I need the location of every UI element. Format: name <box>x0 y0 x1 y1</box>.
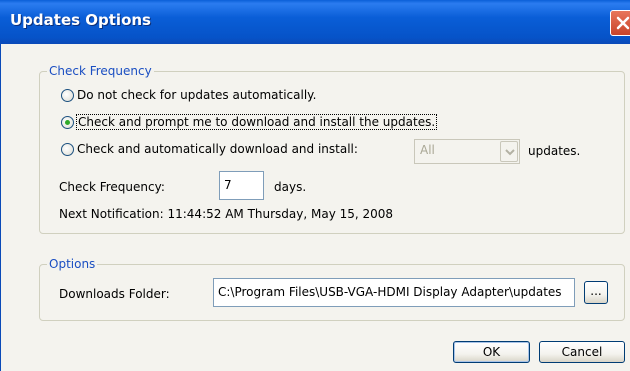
browse-button-label: ... <box>590 284 602 298</box>
dropdown-button[interactable] <box>500 141 518 162</box>
radio-auto-install[interactable]: Check and automatically download and ins… <box>61 142 358 156</box>
radio-do-not-check[interactable]: Do not check for updates automatically. <box>61 88 316 102</box>
update-type-select[interactable]: All <box>414 139 520 164</box>
frequency-label: Check Frequency: <box>59 180 165 194</box>
cancel-button-label: Cancel <box>561 345 603 359</box>
close-icon <box>616 16 630 30</box>
radio-label: Check and prompt me to download and inst… <box>75 114 438 130</box>
radio-check-and-prompt[interactable]: Check and prompt me to download and inst… <box>61 114 438 130</box>
updates-options-dialog: Updates Options Check Frequency Do not c… <box>0 0 630 371</box>
ok-button-label: OK <box>482 345 501 359</box>
check-frequency-legend: Check Frequency <box>47 64 154 78</box>
title-bar[interactable]: Updates Options <box>0 0 630 44</box>
browse-folder-button[interactable]: ... <box>584 281 608 304</box>
frequency-unit: days. <box>274 180 307 194</box>
radio-label: Check and automatically download and ins… <box>77 142 358 156</box>
chevron-down-icon <box>505 149 515 156</box>
dialog-body: Check Frequency Do not check for updates… <box>0 44 630 371</box>
frequency-input[interactable]: 7 <box>219 171 264 200</box>
downloads-folder-input[interactable]: C:\Program Files\USB-VGA-HDMI Display Ad… <box>213 278 575 307</box>
options-legend: Options <box>47 257 98 271</box>
update-type-value: All <box>420 143 435 157</box>
next-notification-text: Next Notification: 11:44:52 AM Thursday,… <box>59 207 394 221</box>
radio-button[interactable] <box>61 142 74 156</box>
updates-suffix: updates. <box>528 144 581 158</box>
downloads-folder-label: Downloads Folder: <box>59 287 170 301</box>
close-button[interactable] <box>610 10 630 36</box>
radio-label: Do not check for updates automatically. <box>77 88 317 102</box>
ok-button[interactable]: OK <box>453 341 530 363</box>
radio-button-selected[interactable] <box>61 115 74 129</box>
radio-button[interactable] <box>61 88 74 102</box>
dialog-title: Updates Options <box>10 11 151 29</box>
cancel-button[interactable]: Cancel <box>539 341 625 363</box>
